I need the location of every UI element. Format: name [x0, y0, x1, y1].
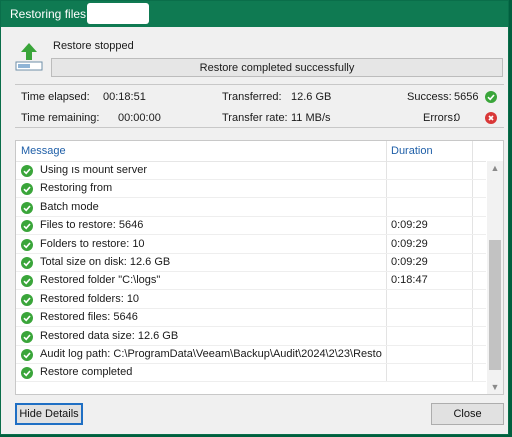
log-row[interactable]: Restored data size: 12.6 GB: [16, 328, 486, 346]
success-check-icon: [21, 238, 33, 251]
log-row[interactable]: Folders to restore: 10 0:09:29: [16, 236, 486, 254]
transferred-label: Transferred:: [222, 91, 282, 103]
log-row[interactable]: Restore completed: [16, 364, 486, 383]
grid-header: Message Duration: [16, 141, 486, 162]
progress-bar: Restore completed successfully: [51, 58, 503, 77]
hide-details-button[interactable]: Hide Details: [15, 403, 83, 425]
log-row[interactable]: Audit log path: C:\ProgramData\Veeam\Bac…: [16, 346, 486, 364]
scroll-thumb[interactable]: [489, 240, 501, 370]
log-message: Files to restore: 5646: [40, 219, 144, 232]
time-elapsed-value: 00:18:51: [103, 91, 146, 103]
log-message: Using ıs mount server: [40, 164, 147, 176]
success-check-icon: [21, 312, 33, 325]
log-row[interactable]: Using ıs mount server: [16, 162, 486, 180]
redacted-region: [87, 3, 149, 24]
transfer-rate-label: Transfer rate:: [222, 112, 288, 124]
scroll-up-icon[interactable]: ▲: [487, 161, 503, 175]
time-remaining-value: 00:00:00: [118, 112, 161, 124]
log-message: Restored folder "C:\logs": [40, 274, 161, 287]
success-check-icon: [21, 220, 33, 233]
transfer-rate-value: 11 MB/s: [291, 112, 331, 124]
status-text: Restore stopped: [53, 40, 134, 52]
log-message: Audit log path: C:\ProgramData\Veeam\Bac…: [40, 348, 382, 360]
title-bar: Restoring files t: [1, 1, 508, 27]
log-duration: 0:09:29: [391, 219, 428, 232]
log-message: Restore completed: [40, 366, 133, 379]
errors-label: Errors:: [423, 112, 456, 124]
column-header-duration[interactable]: Duration: [391, 145, 433, 157]
log-duration: 0:09:29: [391, 256, 428, 268]
restore-up-arrow-icon: [15, 41, 43, 71]
success-check-icon: [21, 165, 33, 177]
log-row[interactable]: Total size on disk: 12.6 GB 0:09:29: [16, 254, 486, 272]
vertical-scrollbar[interactable]: ▲ ▼: [487, 161, 503, 394]
log-message: Restored files: 5646: [40, 311, 138, 324]
log-message: Total size on disk: 12.6 GB: [40, 256, 171, 268]
log-duration: 0:18:47: [391, 274, 428, 287]
success-check-icon: [21, 349, 33, 361]
time-elapsed-label: Time elapsed:: [21, 91, 90, 103]
success-check-icon: [21, 330, 33, 343]
close-button[interactable]: Close: [431, 403, 504, 425]
success-check-icon: [21, 293, 33, 306]
scroll-down-icon[interactable]: ▼: [487, 380, 503, 394]
log-row[interactable]: Restoring from: [16, 180, 486, 199]
success-check-icon: [21, 183, 33, 196]
time-remaining-label: Time remaining:: [21, 112, 100, 124]
log-row[interactable]: Batch mode: [16, 199, 486, 217]
success-value: 5656: [454, 91, 479, 103]
success-check-icon: [21, 275, 33, 288]
success-check-icon: [21, 201, 33, 214]
errors-value: 0: [454, 112, 461, 124]
log-duration: 0:09:29: [391, 237, 428, 250]
log-message: Restored data size: 12.6 GB: [40, 329, 179, 342]
error-x-icon: [485, 112, 497, 124]
log-row[interactable]: Restored files: 5646: [16, 309, 486, 328]
success-check-icon: [485, 91, 497, 103]
progress-text: Restore completed successfully: [199, 62, 355, 74]
log-grid[interactable]: Message Duration Using ıs mount server Re…: [15, 140, 504, 395]
column-header-message[interactable]: Message: [21, 145, 66, 157]
window-title: Restoring files t: [10, 7, 93, 21]
log-message: Folders to restore: 10: [40, 237, 145, 250]
success-check-icon: [21, 367, 33, 380]
log-message: Batch mode: [40, 200, 99, 213]
transferred-value: 12.6 GB: [291, 91, 332, 103]
stats-panel: Time elapsed: 00:18:51 Time remaining: 0…: [15, 84, 504, 128]
log-row[interactable]: Restored folder "C:\logs" 0:18:47: [16, 272, 486, 291]
restore-dialog: Restoring files t Restore stopped Restor…: [0, 0, 509, 435]
log-message: Restoring from: [40, 182, 113, 195]
log-row[interactable]: Restored folders: 10: [16, 291, 486, 309]
log-message: Restored folders: 10: [40, 292, 140, 305]
success-check-icon: [21, 257, 33, 269]
log-row[interactable]: Files to restore: 5646 0:09:29: [16, 217, 486, 236]
success-label: Success:: [407, 91, 452, 103]
